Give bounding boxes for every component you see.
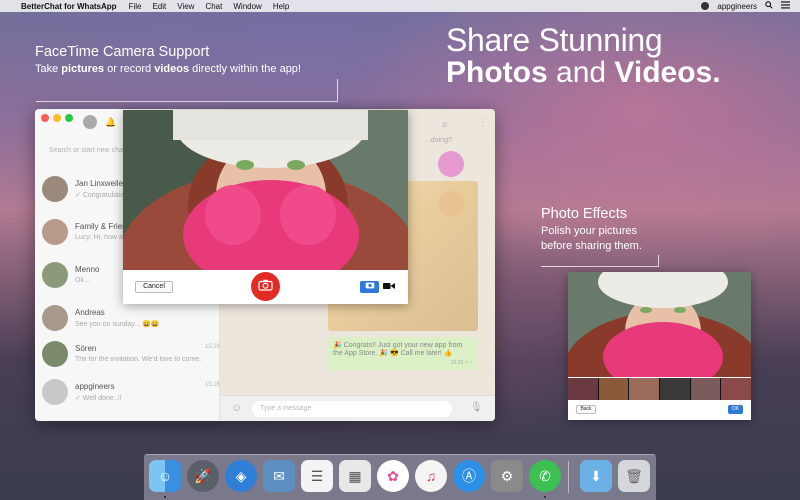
running-indicator	[544, 496, 546, 498]
camera-preview	[123, 110, 408, 270]
dock-finder-icon[interactable]: ☺	[149, 460, 181, 492]
dock-photo-booth-icon[interactable]: ▦	[339, 460, 371, 492]
dock-photos-icon[interactable]: ✿	[377, 460, 409, 492]
hero-title-line2: Photos and Videos.	[446, 56, 721, 89]
running-indicator	[164, 496, 166, 498]
chat-preview: ✓ Well done..!!	[75, 395, 122, 402]
effect-thumbnail[interactable]	[660, 378, 690, 400]
effects-title: Photo Effects	[541, 206, 627, 222]
effects-subtitle-line1: Polish your pictures	[541, 225, 637, 237]
chat-name: Jan Linxweiler	[75, 179, 126, 188]
more-options-icon[interactable]: ⋮	[478, 117, 488, 128]
effects-thumbnail-strip	[568, 378, 752, 400]
ok-button[interactable]: OK	[728, 405, 743, 414]
effect-thumbnail[interactable]	[629, 378, 660, 400]
dock-app-store-icon[interactable]: Ⓐ	[453, 460, 485, 492]
send-image-button[interactable]	[438, 151, 464, 177]
photo-mode-toggle[interactable]	[360, 281, 379, 293]
hero-title-line1: Share Stunning	[446, 22, 663, 58]
dock-whatsapp-icon[interactable]: ✆	[529, 460, 561, 492]
avatar	[42, 305, 68, 331]
avatar	[42, 262, 68, 288]
search-icon[interactable]	[765, 1, 773, 11]
dock-itunes-icon[interactable]: ♫	[415, 460, 447, 492]
app-menu[interactable]: BetterChat for WhatsApp	[21, 2, 117, 11]
dock-system-preferences-icon[interactable]: ⚙	[491, 460, 523, 492]
dock: ☺ 🚀 ◈ ✉ ☰ ▦ ✿ ♫ Ⓐ ⚙ ✆ ⬇ 🗑	[144, 454, 656, 500]
dock-separator	[568, 461, 569, 493]
chat-time: 15:26	[204, 382, 220, 388]
avatar	[42, 219, 68, 245]
paperclip-icon[interactable]: ⌀	[442, 119, 447, 130]
effect-thumbnail[interactable]	[568, 378, 598, 400]
message-input[interactable]: Type a message	[252, 401, 452, 417]
window-close-button[interactable]	[41, 114, 49, 122]
photo-effects-dialog: Back OK	[568, 272, 752, 420]
menu-file[interactable]: File	[129, 2, 142, 11]
chat-time: 15:29	[204, 344, 220, 350]
dock-safari-icon[interactable]: ◈	[225, 460, 257, 492]
camera-toolbar: Cancel	[123, 270, 408, 304]
dock-downloads-icon[interactable]: ⬇	[580, 460, 612, 492]
camera-icon	[365, 282, 374, 289]
compose-bar: ☺ Type a message 🎙	[220, 395, 495, 421]
microphone-icon[interactable]: 🎙	[470, 402, 483, 413]
effect-thumbnail[interactable]	[721, 378, 752, 400]
menu-user[interactable]: appgineers	[717, 2, 757, 11]
window-zoom-button[interactable]	[65, 114, 73, 122]
menu-chat[interactable]: Chat	[205, 2, 222, 11]
dock-mail-icon[interactable]: ✉	[263, 460, 295, 492]
facetime-subtitle: Take pictures or record videos directly …	[35, 63, 301, 75]
effect-thumbnail[interactable]	[690, 378, 721, 400]
back-button[interactable]: Back	[576, 405, 596, 414]
menu-view[interactable]: View	[177, 2, 194, 11]
gear-icon	[42, 379, 68, 405]
effects-callout-line	[541, 255, 659, 267]
menu-edit[interactable]: Edit	[152, 2, 166, 11]
dock-trash-icon[interactable]: 🗑	[618, 460, 650, 492]
chat-name: Menno	[75, 265, 100, 274]
chat-name: Andreas	[75, 308, 105, 317]
chat-preview: Thx for the invitation. We'd love to com…	[75, 356, 202, 363]
dock-reminders-icon[interactable]: ☰	[301, 460, 333, 492]
chat-status-icon[interactable]	[701, 2, 710, 10]
effect-thumbnail[interactable]	[598, 378, 629, 400]
camera-capture-dialog: Cancel	[123, 110, 408, 304]
menu-help[interactable]: Help	[273, 2, 289, 11]
emoji-icon[interactable]: ☺	[231, 402, 242, 414]
chat-list-item[interactable]: appgineers ✓ Well done..!! 15:26	[35, 372, 220, 415]
video-mode-toggle[interactable]	[381, 281, 397, 293]
video-icon	[383, 283, 395, 289]
cancel-button[interactable]: Cancel	[135, 281, 173, 293]
message-bubble: 🎉 Congrats!! Just got your new app from …	[328, 337, 478, 370]
effects-subtitle-line2: before sharing them.	[541, 240, 642, 252]
camera-icon	[258, 279, 273, 291]
chat-name: appgineers	[75, 382, 115, 391]
menu-window[interactable]: Window	[233, 2, 261, 11]
chat-preview: See you on sunday... 😄😄	[75, 321, 160, 328]
effects-preview	[568, 272, 751, 377]
dock-launchpad-icon[interactable]: 🚀	[187, 460, 219, 492]
window-minimize-button[interactable]	[53, 114, 61, 122]
message-bubble: ...doing?	[425, 137, 452, 144]
my-avatar[interactable]	[83, 115, 97, 129]
menu-bar: BetterChat for WhatsApp File Edit View C…	[0, 0, 800, 12]
notification-bell-icon[interactable]: 🔔	[105, 117, 116, 128]
shutter-button[interactable]	[251, 272, 280, 301]
avatar	[42, 176, 68, 202]
chat-list-item[interactable]: Sören Thx for the invitation. We'd love …	[35, 334, 220, 377]
facetime-callout-line	[36, 79, 338, 102]
avatar	[42, 341, 68, 367]
chat-name: Sören	[75, 344, 97, 353]
facetime-title: FaceTime Camera Support	[35, 44, 210, 60]
menu-list-icon[interactable]	[781, 1, 790, 11]
